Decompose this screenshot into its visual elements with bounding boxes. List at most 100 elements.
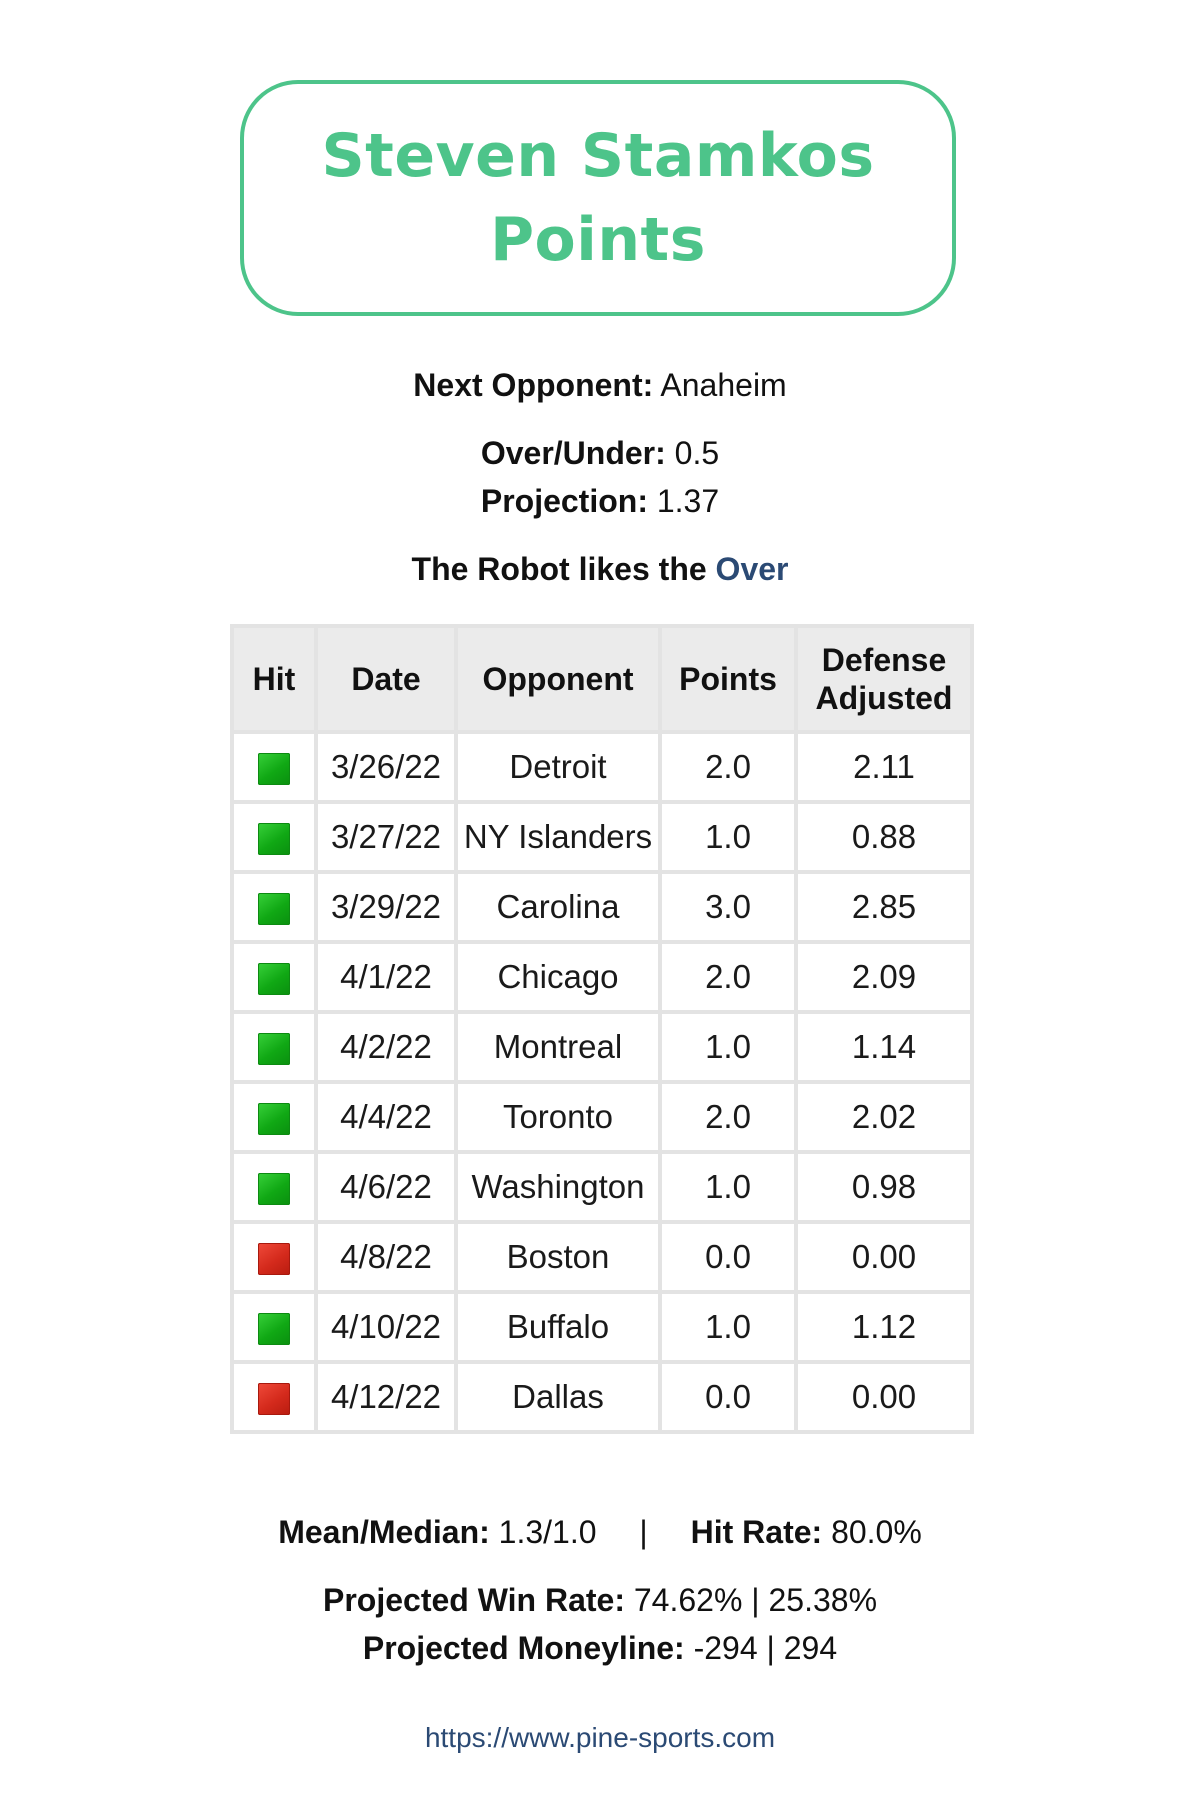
points-cell: 1.0 [658,1290,798,1364]
defense-adjusted-cell: 2.09 [794,940,974,1014]
over-under-label: Over/Under: [480,435,666,471]
header-points: Points [658,624,798,734]
opponent-cell: Toronto [454,1080,662,1154]
header-defense-adjusted: Defense Adjusted [794,624,974,734]
defense-adjusted-cell: 2.85 [794,870,974,944]
next-opponent-label: Next Opponent: [413,367,654,403]
defense-adjusted-cell: 1.14 [794,1010,974,1084]
points-cell: 0.0 [658,1220,798,1294]
over-under-line: Over/Under: 0.5 [0,433,1200,473]
hit-cell [230,730,318,804]
hit-green-square-icon [258,1033,290,1066]
summary-separator: | [639,1514,648,1550]
hit-cell [230,940,318,1014]
date-cell: 4/2/22 [314,1010,458,1084]
opponent-cell: Buffalo [454,1290,662,1364]
opponent-cell: NY Islanders [454,800,662,874]
projection-line: Projection: 1.37 [0,481,1200,521]
points-cell: 2.0 [658,940,798,1014]
points-cell: 2.0 [658,730,798,804]
mean-median-label: Mean/Median: [278,1514,490,1550]
hit-cell [230,1360,318,1434]
projected-win-rate-value: 74.62% | 25.38% [633,1582,878,1618]
header-defense-line1: Defense [821,642,947,678]
hit-rate-value: 80.0% [831,1514,922,1550]
opponent-cell: Detroit [454,730,662,804]
projected-moneyline-line: Projected Moneyline: -294 | 294 [0,1628,1200,1668]
table-row: 3/26/22 Detroit 2.0 2.11 [230,730,974,804]
table-row: 4/6/22 Washington 1.0 0.98 [230,1150,974,1224]
table-row: 3/29/22 Carolina 3.0 2.85 [230,870,974,944]
hit-green-square-icon [258,753,290,786]
projected-win-rate-label: Projected Win Rate: [322,1582,625,1618]
robot-pick-line: The Robot likes the Over [0,549,1200,589]
summary-line: Mean/Median: 1.3/1.0 | Hit Rate: 80.0% [0,1512,1200,1552]
opponent-cell: Boston [454,1220,662,1294]
defense-adjusted-cell: 2.11 [794,730,974,804]
date-cell: 4/10/22 [314,1290,458,1364]
hit-cell [230,1010,318,1084]
hit-cell [230,1150,318,1224]
website-link[interactable]: https://www.pine-sports.com [0,1722,1200,1754]
header-date: Date [314,624,458,734]
hit-green-square-icon [258,823,290,856]
defense-adjusted-cell: 0.98 [794,1150,974,1224]
table-row: 4/10/22 Buffalo 1.0 1.12 [230,1290,974,1364]
date-cell: 3/27/22 [314,800,458,874]
hit-green-square-icon [258,1313,290,1346]
projected-moneyline-value: -294 | 294 [693,1630,838,1666]
date-cell: 3/29/22 [314,870,458,944]
points-cell: 1.0 [658,1010,798,1084]
player-name-title: Steven Stamkos [321,121,875,191]
opponent-cell: Chicago [454,940,662,1014]
date-cell: 4/4/22 [314,1080,458,1154]
projection-value: 1.37 [656,483,720,519]
mean-median-value: 1.3/1.0 [498,1514,597,1550]
table-row: 3/27/22 NY Islanders 1.0 0.88 [230,800,974,874]
stat-type-title: Points [490,205,706,275]
hit-cell [230,870,318,944]
header-opponent: Opponent [454,624,662,734]
miss-red-square-icon [258,1243,290,1276]
hit-cell [230,800,318,874]
projection-label: Projection: [480,483,648,519]
miss-red-square-icon [258,1383,290,1416]
defense-adjusted-cell: 0.00 [794,1220,974,1294]
points-cell: 2.0 [658,1080,798,1154]
points-cell: 1.0 [658,800,798,874]
hit-cell [230,1220,318,1294]
opponent-cell: Montreal [454,1010,662,1084]
table-row: 4/8/22 Boston 0.0 0.00 [230,1220,974,1294]
points-cell: 0.0 [658,1360,798,1434]
points-cell: 1.0 [658,1150,798,1224]
defense-adjusted-cell: 0.88 [794,800,974,874]
points-cell: 3.0 [658,870,798,944]
header-hit: Hit [230,624,318,734]
next-opponent-line: Next Opponent: Anaheim [0,365,1200,405]
header-defense-line2: Adjusted [815,680,953,716]
date-cell: 4/6/22 [314,1150,458,1224]
date-cell: 4/8/22 [314,1220,458,1294]
date-cell: 4/1/22 [314,940,458,1014]
opponent-cell: Carolina [454,870,662,944]
table-body: 3/26/22 Detroit 2.0 2.11 3/27/22 NY Islanders… [230,730,974,1434]
game-log-table: Hit Date Opponent Points Defense Adjuste… [230,624,974,1434]
table-row: 4/1/22 Chicago 2.0 2.09 [230,940,974,1014]
defense-adjusted-cell: 2.02 [794,1080,974,1154]
robot-pick-value: Over [715,551,789,587]
date-cell: 4/12/22 [314,1360,458,1434]
defense-adjusted-cell: 0.00 [794,1360,974,1434]
defense-adjusted-cell: 1.12 [794,1290,974,1364]
table-header-row: Hit Date Opponent Points Defense Adjuste… [230,624,974,734]
table-row: 4/2/22 Montreal 1.0 1.14 [230,1010,974,1084]
table-row: 4/12/22 Dallas 0.0 0.00 [230,1360,974,1434]
table-row: 4/4/22 Toronto 2.0 2.02 [230,1080,974,1154]
hit-cell [230,1080,318,1154]
date-cell: 3/26/22 [314,730,458,804]
title-box: Steven Stamkos Points [240,80,956,316]
hit-green-square-icon [258,1173,290,1206]
opponent-cell: Dallas [454,1360,662,1434]
robot-pick-prefix: The Robot likes the [411,551,707,587]
hit-rate-label: Hit Rate: [690,1514,823,1550]
projected-moneyline-label: Projected Moneyline: [362,1630,685,1666]
